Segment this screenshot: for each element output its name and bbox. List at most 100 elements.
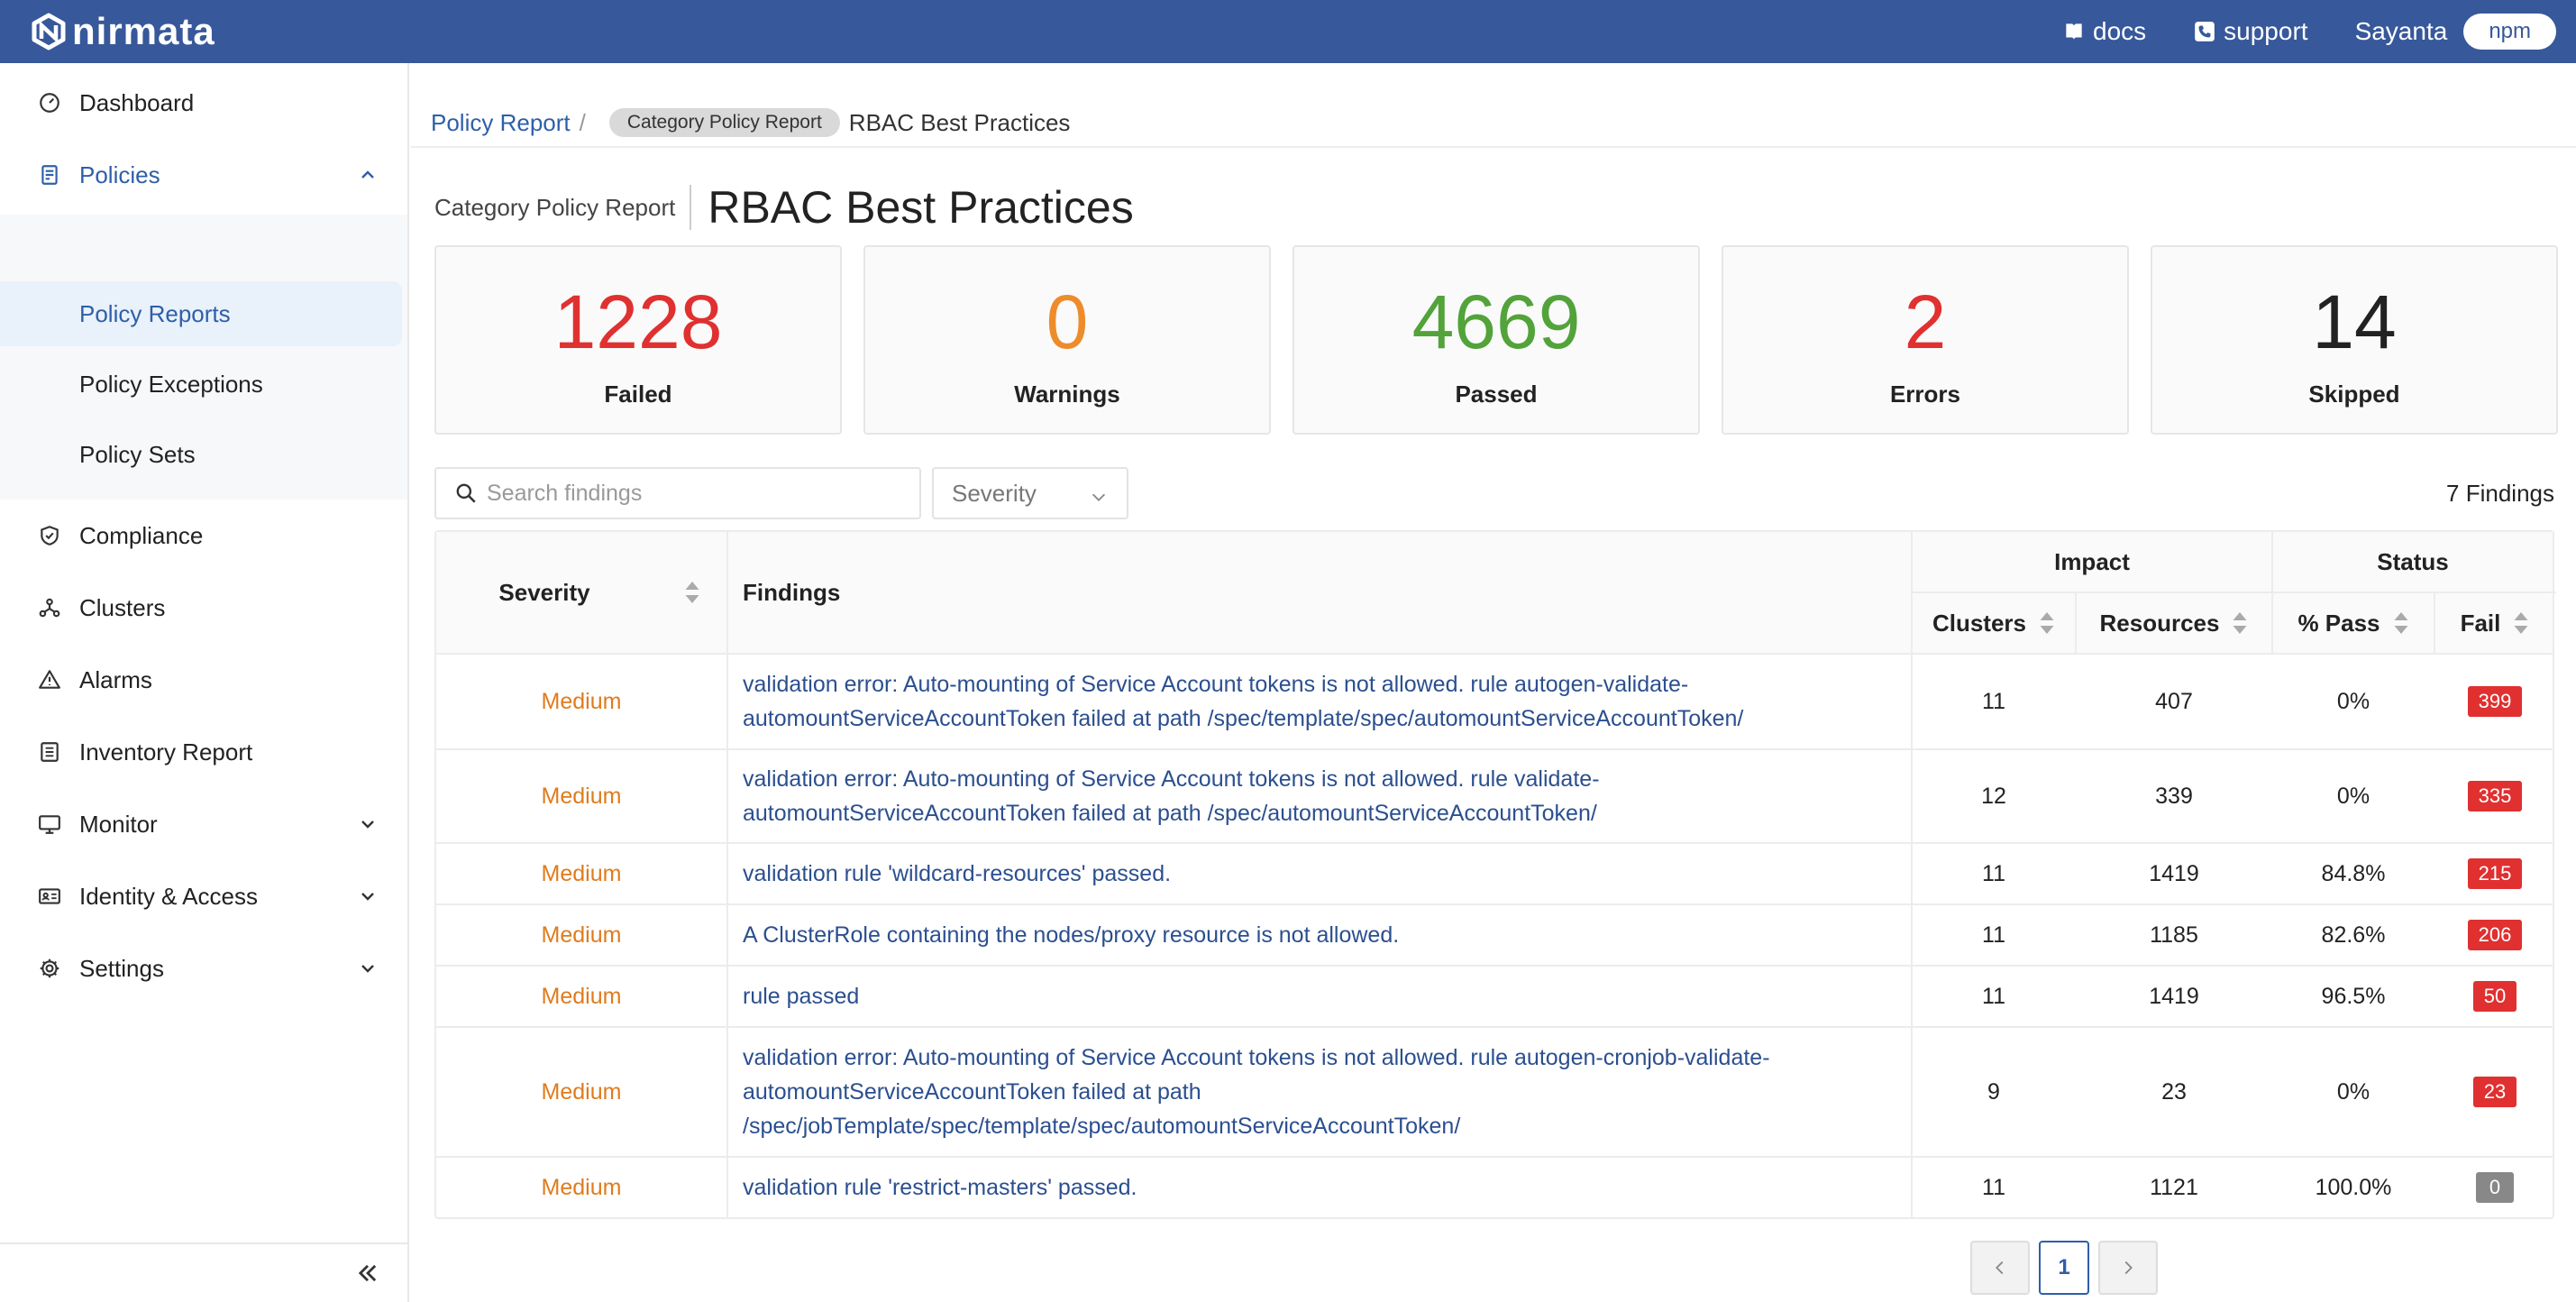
finding-link[interactable]: validation rule 'wildcard-resources' pas… <box>743 844 1911 903</box>
sidebar-item-label: Dashboard <box>79 88 195 116</box>
col-pass-label: % Pass <box>2297 609 2380 637</box>
sidebar-item-identity-access[interactable]: Identity & Access <box>0 869 407 923</box>
col-clusters-header[interactable]: Clusters <box>1913 593 2075 653</box>
col-severity-header[interactable]: Severity <box>436 532 726 653</box>
findings-table: Severity Findings Impact Status Clusters <box>434 530 2556 1219</box>
sidebar-item-dashboard[interactable]: Dashboard <box>0 76 407 130</box>
errors-label: Errors <box>1889 381 1961 408</box>
prev-page-button[interactable] <box>1970 1241 2030 1295</box>
sidebar-item-policy-sets[interactable]: Policy Sets <box>0 422 402 487</box>
summary-card-skipped[interactable]: 14 Skipped <box>2151 245 2558 435</box>
table-row[interactable]: Medium validation rule 'restrict-masters'… <box>436 1158 2553 1217</box>
breadcrumb-policy-report[interactable]: Policy Report <box>431 109 571 137</box>
table-row[interactable]: Medium validation error: Auto-mounting of… <box>436 750 2553 844</box>
fail-badge[interactable]: 335 <box>2467 781 2523 811</box>
user-name[interactable]: Sayanta <box>2355 17 2448 46</box>
pass-cell: 96.5% <box>2321 983 2386 1009</box>
finding-link[interactable]: validation rule 'restrict-masters' passe… <box>743 1158 1911 1217</box>
fail-badge[interactable]: 215 <box>2467 858 2523 889</box>
status-group-header: Status <box>2273 532 2553 591</box>
search-icon <box>454 481 478 505</box>
gear-icon <box>38 957 61 980</box>
col-findings-label: Findings <box>743 578 841 606</box>
severity-select[interactable]: Severity <box>932 467 1128 519</box>
severity-cell: Medium <box>541 921 622 948</box>
sidebar-item-label: Monitor <box>79 810 158 838</box>
col-divider <box>726 844 728 903</box>
id-card-icon <box>38 885 61 908</box>
col-pass-header[interactable]: % Pass <box>2273 593 2434 653</box>
pass-cell: 0% <box>2336 783 2370 809</box>
summary-card-warnings[interactable]: 0 Warnings <box>863 245 1271 435</box>
org-pill[interactable]: npm <box>2463 14 2556 50</box>
finding-link[interactable]: rule passed <box>743 967 1911 1026</box>
sidebar-item-clusters[interactable]: Clusters <box>0 581 407 635</box>
docs-link[interactable]: docs <box>2062 17 2146 46</box>
passed-label: Passed <box>1455 381 1538 408</box>
sidebar-item-compliance[interactable]: Compliance <box>0 509 407 563</box>
page-title: RBAC Best Practices <box>708 182 1134 233</box>
finding-link[interactable]: validation error: Auto-mounting of Servi… <box>743 750 1911 842</box>
fail-badge[interactable]: 23 <box>2472 1077 2517 1107</box>
sort-icon <box>685 582 699 603</box>
col-fail-header[interactable]: Fail <box>2435 593 2554 653</box>
table-row[interactable]: Medium A ClusterRole containing the nodes… <box>436 905 2553 967</box>
skipped-count: 14 <box>2312 280 2397 364</box>
table-row[interactable]: Medium validation error: Auto-mounting of… <box>436 655 2553 750</box>
resources-cell: 1185 <box>2150 921 2198 948</box>
sidebar-item-policy-reports[interactable]: Policy Reports <box>0 281 402 346</box>
brand-logo[interactable]: nirmata <box>29 7 215 56</box>
summary-card-failed[interactable]: 1228 Failed <box>434 245 842 435</box>
severity-select-value: Severity <box>952 479 1037 507</box>
table-header: Severity Findings Impact Status Clusters <box>436 532 2556 655</box>
warning-triangle-icon <box>38 668 61 692</box>
table-row[interactable]: Medium validation error: Auto-mounting of… <box>436 1028 2553 1158</box>
summary-card-errors[interactable]: 2 Errors <box>1722 245 2129 435</box>
pass-cell: 0% <box>2336 688 2370 714</box>
breadcrumb: Policy Report / Category Policy Report R… <box>431 106 1070 139</box>
page-subtitle: Category Policy Report <box>434 185 692 230</box>
clusters-cell: 11 <box>1982 983 2005 1009</box>
fail-badge[interactable]: 0 <box>2476 1172 2514 1203</box>
sort-icon <box>2514 612 2528 634</box>
finding-link[interactable]: validation error: Auto-mounting of Servi… <box>743 655 1911 748</box>
sidebar-item-policies[interactable]: Policies <box>0 148 407 202</box>
sidebar-item-monitor[interactable]: Monitor <box>0 797 407 851</box>
sidebar-item-alarms[interactable]: Alarms <box>0 653 407 707</box>
book-icon <box>2066 23 2082 40</box>
finding-link[interactable]: validation error: Auto-mounting of Servi… <box>743 1028 1911 1156</box>
search-input[interactable] <box>487 480 910 507</box>
sidebar-item-inventory-report[interactable]: Inventory Report <box>0 725 407 779</box>
warnings-label: Warnings <box>1014 381 1120 408</box>
failed-label: Failed <box>604 381 672 408</box>
pagination: 1 <box>1970 1241 2167 1297</box>
breadcrumb-category-chip[interactable]: Category Policy Report <box>608 108 840 137</box>
col-resources-header[interactable]: Resources <box>2077 593 2271 653</box>
table-body: Medium validation error: Auto-mounting of… <box>436 655 2553 1217</box>
top-bar: nirmata docs support Sayanta npm <box>0 0 2576 63</box>
summary-cards: 1228 Failed 0 Warnings 4669 Passed 2 Err… <box>434 245 2558 436</box>
errors-count: 2 <box>1904 280 1947 364</box>
clusters-cell: 11 <box>1982 860 2005 886</box>
sidebar-item-label: Policy Exceptions <box>79 370 263 398</box>
fail-badge[interactable]: 399 <box>2467 686 2523 717</box>
table-row[interactable]: Medium validation rule 'wildcard-resource… <box>436 844 2553 905</box>
support-link[interactable]: support <box>2193 17 2308 46</box>
sidebar-item-policy-exceptions[interactable]: Policy Exceptions <box>0 352 402 417</box>
page-1-button[interactable]: 1 <box>2039 1241 2089 1295</box>
sidebar-item-label: Clusters <box>79 593 166 621</box>
finding-link[interactable]: A ClusterRole containing the nodes/proxy… <box>743 905 1911 965</box>
fail-badge[interactable]: 50 <box>2472 981 2517 1012</box>
sidebar-item-settings[interactable]: Settings <box>0 941 407 995</box>
breadcrumb-current: RBAC Best Practices <box>848 108 1071 136</box>
resources-cell: 1121 <box>2150 1174 2198 1200</box>
fail-badge[interactable]: 206 <box>2467 920 2523 950</box>
chevron-left-icon <box>1996 1261 2004 1275</box>
fail-cell: 399 <box>2435 655 2554 748</box>
summary-card-passed[interactable]: 4669 Passed <box>1293 245 1700 435</box>
skipped-label: Skipped <box>2308 381 2400 408</box>
table-row[interactable]: Medium rule passed 11 1419 96.5% 50 <box>436 967 2553 1028</box>
double-chevron-left-icon[interactable] <box>355 1261 380 1286</box>
resources-cell: 339 <box>2155 783 2193 809</box>
next-page-button[interactable] <box>2098 1241 2158 1295</box>
